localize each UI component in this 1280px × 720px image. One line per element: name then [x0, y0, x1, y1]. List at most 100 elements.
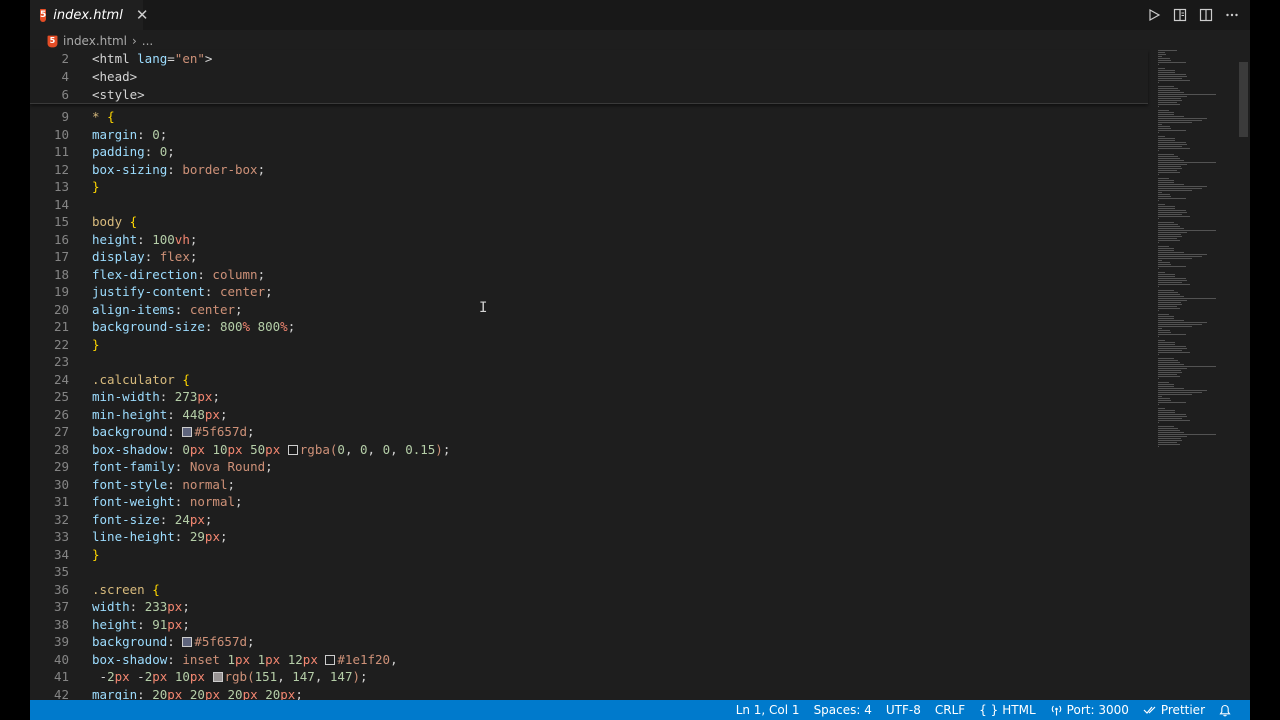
- code-line[interactable]: 25 min-width: 273px;: [30, 388, 1148, 406]
- code-line[interactable]: 28 box-shadow: 0px 10px 50px rgba(0, 0, 0…: [30, 441, 1148, 459]
- code-token: body: [92, 214, 130, 229]
- status-eol[interactable]: CRLF: [928, 703, 972, 717]
- minimap-line: [1158, 88, 1179, 89]
- code-line[interactable]: 2 <html lang="en">: [30, 50, 1148, 68]
- code-line[interactable]: 20 align-items: center;: [30, 301, 1148, 319]
- code-token: <style>: [92, 86, 145, 102]
- minimap-line: [1158, 96, 1187, 97]
- code-line[interactable]: 38 height: 91px;: [30, 616, 1148, 634]
- code-line[interactable]: 30 font-style: normal;: [30, 476, 1148, 494]
- code-line[interactable]: 6 <style>: [30, 86, 1148, 104]
- color-swatch[interactable]: [182, 637, 193, 647]
- code-line[interactable]: 16 height: 100vh;: [30, 231, 1148, 249]
- code-line[interactable]: 4 <head>: [30, 68, 1148, 86]
- code-line[interactable]: 22}: [30, 336, 1148, 354]
- line-number: 26: [53, 406, 69, 422]
- code-line[interactable]: 14: [30, 196, 1148, 214]
- minimap-line: [1158, 248, 1174, 249]
- scrollbar-thumb[interactable]: [1239, 62, 1248, 137]
- code-line[interactable]: 29 font-family: Nova Round;: [30, 458, 1148, 476]
- code-line[interactable]: 33 line-height: 29px;: [30, 528, 1148, 546]
- breadcrumb-file[interactable]: index.html: [63, 34, 127, 48]
- status-prettier[interactable]: Prettier: [1136, 703, 1212, 717]
- code-token: 151: [254, 669, 278, 684]
- code-line[interactable]: 10 margin: 0;: [30, 126, 1148, 144]
- minimap-line: [1158, 326, 1192, 327]
- code-line[interactable]: 17 display: flex;: [30, 248, 1148, 266]
- line-source: margin: 0;: [92, 126, 167, 144]
- code-token: px: [167, 599, 183, 614]
- color-swatch[interactable]: [212, 672, 223, 682]
- status-cursor-position[interactable]: Ln 1, Col 1: [729, 703, 807, 717]
- code-line[interactable]: 9 * {: [30, 108, 1148, 126]
- line-source: }: [92, 336, 100, 354]
- minimap-line: [1158, 290, 1174, 291]
- line-number: 23: [53, 354, 69, 369]
- code-token: px: [197, 389, 213, 404]
- sticky-scroll[interactable]: 2 <html lang="en"> 4 <head> 6 <style>: [30, 50, 1148, 104]
- code-line[interactable]: 19 justify-content: center;: [30, 283, 1148, 301]
- breadcrumb-symbol[interactable]: ...: [142, 34, 153, 48]
- vertical-scrollbar[interactable]: [1236, 50, 1250, 700]
- code-line[interactable]: 13}: [30, 178, 1148, 196]
- split-editor-icon[interactable]: [1198, 7, 1214, 23]
- color-swatch[interactable]: [325, 654, 336, 665]
- status-encoding[interactable]: UTF-8: [879, 703, 928, 717]
- tab-label: index.html: [53, 7, 123, 23]
- code-line[interactable]: 24 .calculator {: [30, 371, 1148, 389]
- tab-index-html[interactable]: 5 index.html ✕: [30, 0, 148, 30]
- code-line[interactable]: 32 font-size: 24px;: [30, 511, 1148, 529]
- code-token: height: [92, 616, 138, 632]
- minimap-line: [1158, 232, 1187, 233]
- line-number: 11: [53, 144, 69, 159]
- code-line[interactable]: 23: [30, 353, 1148, 371]
- minimap-line: [1158, 68, 1166, 69]
- minimap-line: [1158, 242, 1160, 243]
- code-line[interactable]: 42 margin: 20px 20px 20px 20px;: [30, 686, 1148, 701]
- code-line[interactable]: 41 -2px -2px 10px rgb(151, 147, 147);: [30, 668, 1148, 686]
- line-number: 29: [53, 459, 69, 474]
- notifications-bell-icon[interactable]: [1212, 704, 1238, 717]
- status-language[interactable]: { } HTML: [972, 703, 1043, 717]
- code-token: ;: [182, 599, 190, 614]
- minimap[interactable]: [1148, 50, 1236, 700]
- code-token: ): [435, 441, 443, 457]
- code-line[interactable]: 31 font-weight: normal;: [30, 493, 1148, 511]
- color-swatch[interactable]: [182, 427, 193, 437]
- code-line[interactable]: 36 .screen {: [30, 581, 1148, 599]
- line-number: 34: [53, 546, 69, 562]
- code-line[interactable]: 18 flex-direction: column;: [30, 266, 1148, 284]
- code-line[interactable]: 40 box-shadow: inset 1px 1px 12px #1e1f20…: [30, 651, 1148, 669]
- close-icon[interactable]: ✕: [136, 7, 149, 23]
- code-token: ,: [367, 441, 383, 457]
- code-line[interactable]: 12 box-sizing: border-box;: [30, 161, 1148, 179]
- code-token: ;: [219, 529, 228, 544]
- minimap-line: [1158, 386, 1174, 387]
- code-line[interactable]: 26 min-height: 448px;: [30, 406, 1148, 424]
- code-line[interactable]: 15 body {: [30, 213, 1148, 231]
- minimap-line: [1158, 224, 1179, 225]
- line-number: 18: [53, 266, 69, 282]
- status-live-server[interactable]: Port: 3000: [1043, 703, 1136, 717]
- minimap-line: [1158, 124, 1162, 125]
- code-token: border-box: [182, 161, 258, 177]
- more-actions-icon[interactable]: [1224, 7, 1240, 23]
- code-line[interactable]: 35: [30, 563, 1148, 581]
- run-icon[interactable]: [1146, 7, 1162, 23]
- minimap-line: [1158, 150, 1160, 151]
- code-line[interactable]: 34}: [30, 546, 1148, 564]
- code-line[interactable]: 27 background: #5f657d;: [30, 423, 1148, 441]
- status-indentation[interactable]: Spaces: 4: [807, 703, 879, 717]
- minimap-line: [1158, 336, 1160, 337]
- line-number: 39: [53, 634, 69, 649]
- open-preview-icon[interactable]: [1172, 7, 1188, 23]
- minimap-line: [1158, 62, 1186, 63]
- color-swatch[interactable]: [287, 444, 298, 455]
- code-line[interactable]: 39 background: #5f657d;: [30, 633, 1148, 651]
- code-line[interactable]: 21 background-size: 800% 800%;: [30, 318, 1148, 336]
- code-line[interactable]: 11 padding: 0;: [30, 143, 1148, 161]
- line-number: 41: [53, 669, 69, 684]
- code-editor[interactable]: 9 * {10 margin: 0; 11 padding: 0; 12 box-sizin…: [30, 108, 1148, 700]
- code-line[interactable]: 37 width: 233px;: [30, 598, 1148, 616]
- code-token: :: [167, 476, 183, 492]
